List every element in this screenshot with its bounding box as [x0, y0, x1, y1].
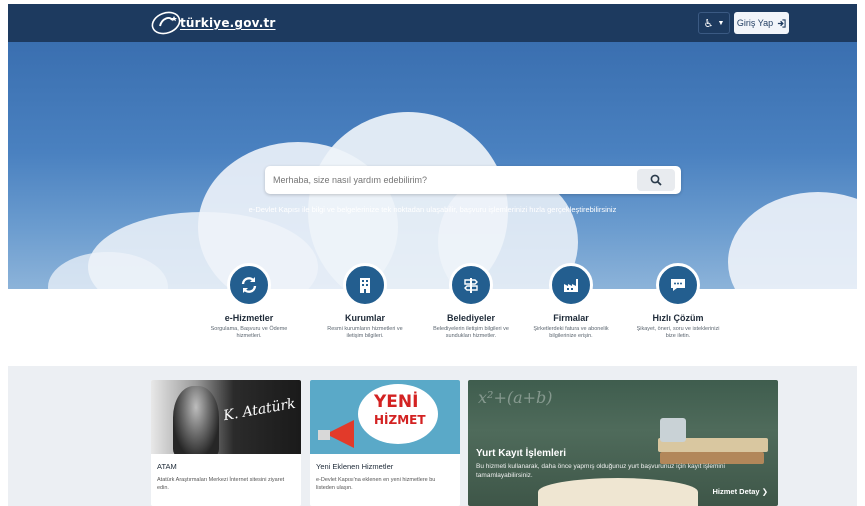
service-desc: Belediyelerin iletişim bilgileri ve sund…	[433, 326, 509, 339]
service-icon-wrapper	[343, 263, 387, 307]
logo-text: türkiye.gov.tr	[180, 16, 276, 30]
search-button[interactable]	[637, 169, 675, 191]
service-kurumlar[interactable]: Kurumlar Resmi kurumların hizmetleri ve …	[310, 263, 420, 340]
signature-image: K. Atatürk	[222, 395, 297, 425]
sign-in-icon	[777, 18, 786, 28]
hero-banner: e-Devlet Kapısı ile bilgi ve belgelerini…	[8, 42, 857, 289]
accessibility-icon: ♿	[703, 17, 714, 30]
chevron-right-icon: ❯	[761, 487, 768, 496]
signpost-icon	[464, 278, 478, 293]
service-e-hizmetler[interactable]: e-Hizmetler Sorgulama, Başvuru ve Ödeme …	[194, 263, 304, 340]
search-icon	[650, 174, 662, 186]
open-book-shape	[538, 478, 698, 506]
card-title: ATAM	[157, 462, 177, 471]
atam-image: K. Atatürk	[151, 380, 301, 454]
service-icon-wrapper	[449, 263, 493, 307]
hero-subtitle: e-Devlet Kapısı ile bilgi ve belgelerini…	[248, 205, 617, 214]
service-title: Firmalar	[553, 313, 589, 323]
service-desc: Sorgulama, Başvuru ve Ödeme hizmetleri.	[210, 326, 288, 339]
feature-detail-link[interactable]: Hizmet Detay ❯	[713, 487, 769, 496]
megaphone-shape	[326, 420, 354, 448]
card-title: Yeni Eklenen Hizmetler	[316, 462, 394, 471]
site-logo[interactable]: türkiye.gov.tr	[150, 10, 276, 36]
service-title: Hızlı Çözüm	[652, 313, 704, 323]
login-button[interactable]: Giriş Yap	[734, 12, 789, 34]
service-title: Kurumlar	[344, 313, 385, 323]
card-yeni-hizmetler[interactable]: YENİ HİZMET Yeni Eklenen Hizmetler e-Dev…	[310, 380, 460, 506]
feature-desc: Bu hizmeti kullanarak, daha önce yapmış …	[476, 463, 725, 479]
pencil-cup	[660, 418, 686, 442]
top-header: türkiye.gov.tr ♿ ▼ Giriş Yap	[8, 4, 857, 42]
service-firmalar[interactable]: Firmalar Şirketlerdeki fatura ve aboneli…	[516, 263, 626, 340]
yeni-hizmet-image: YENİ HİZMET	[310, 380, 460, 454]
search-input[interactable]	[273, 166, 633, 194]
service-belediyeler[interactable]: Belediyeler Belediyelerin iletişim bilgi…	[416, 263, 526, 340]
search-box	[265, 166, 681, 194]
card-desc: e-Devlet Kapısı'na eklenen en yeni hizme…	[316, 477, 436, 491]
service-title: Belediyeler	[446, 313, 496, 323]
card-atam[interactable]: K. Atatürk ATAM Atatürk Araştırmaları Me…	[151, 380, 301, 506]
feature-link-label: Hizmet Detay	[712, 487, 760, 496]
service-desc: Şirketlerdeki fatura ve abonelik bilgile…	[533, 326, 609, 339]
service-icon-wrapper	[656, 263, 700, 307]
login-label: Giriş Yap	[736, 18, 774, 28]
banner-line1: YENİ	[374, 392, 419, 412]
refresh-icon	[241, 277, 257, 293]
building-icon	[360, 278, 370, 293]
feature-title: Yurt Kayıt İşlemleri	[476, 448, 567, 459]
card-desc: Atatürk Araştırmaları Merkezi İnternet s…	[157, 477, 285, 491]
banner-line2: HİZMET	[374, 413, 426, 427]
service-hizli-cozum[interactable]: Hızlı Çözüm Şikayet, öneri, soru ve iste…	[623, 263, 733, 340]
featured-section: K. Atatürk ATAM Atatürk Araştırmaları Me…	[8, 366, 857, 506]
portrait-shape	[173, 386, 219, 454]
chat-icon	[671, 279, 685, 291]
service-desc: Resmi kurumların hizmetleri ve iletişim …	[327, 326, 403, 339]
services-band: e-Hizmetler Sorgulama, Başvuru ve Ödeme …	[8, 263, 857, 366]
chevron-down-icon: ▼	[717, 19, 725, 27]
service-icon-wrapper	[227, 263, 271, 307]
service-desc: Şikayet, öneri, soru ve isteklerinizi bi…	[636, 326, 720, 339]
accessibility-menu-button[interactable]: ♿ ▼	[698, 12, 730, 34]
service-title: e-Hizmetler	[224, 313, 274, 323]
factory-icon	[564, 279, 578, 292]
feature-card-yurt-kayit[interactable]: x²+(a+b) Yurt Kayıt İşlemleri Bu hizmeti…	[468, 380, 778, 506]
megaphone-handle	[318, 430, 330, 440]
chalkboard-scribbles: x²+(a+b)	[478, 388, 553, 407]
service-icon-wrapper	[549, 263, 593, 307]
